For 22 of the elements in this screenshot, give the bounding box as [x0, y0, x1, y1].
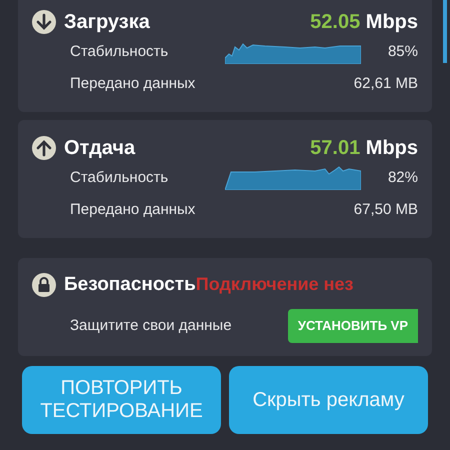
data-value: 62,61 MB — [354, 74, 418, 94]
hide-ads-button[interactable]: Скрыть рекламу — [229, 366, 428, 434]
card-title: Отдача — [64, 136, 136, 161]
speed-value: 52.05 — [310, 11, 360, 33]
speed-value: 57.01 — [310, 137, 360, 159]
data-label: Передано данных — [70, 74, 196, 94]
data-value: 67,50 MB — [354, 200, 418, 220]
stability-value: 82% — [388, 168, 418, 188]
security-hint: Защитите свои данные — [70, 316, 232, 336]
speed-unit: Mbps — [366, 137, 418, 159]
stability-label: Стабильность — [70, 42, 170, 62]
connection-status: Подключение нез — [196, 272, 354, 296]
speed-unit: Mbps — [366, 11, 418, 33]
padlock-icon — [32, 273, 56, 297]
stability-value: 85% — [388, 42, 418, 62]
retest-button[interactable]: ПОВТОРИТЬ ТЕСТИРОВАНИЕ — [22, 366, 221, 434]
data-label: Передано данных — [70, 200, 196, 220]
scrollbar — [443, 0, 447, 63]
install-vpn-button[interactable]: УСТАНОВИТЬ VP — [288, 309, 418, 343]
security-title: Безопасность — [64, 272, 196, 297]
stability-label: Стабильность — [70, 168, 170, 188]
card-title: Загрузка — [64, 10, 150, 35]
